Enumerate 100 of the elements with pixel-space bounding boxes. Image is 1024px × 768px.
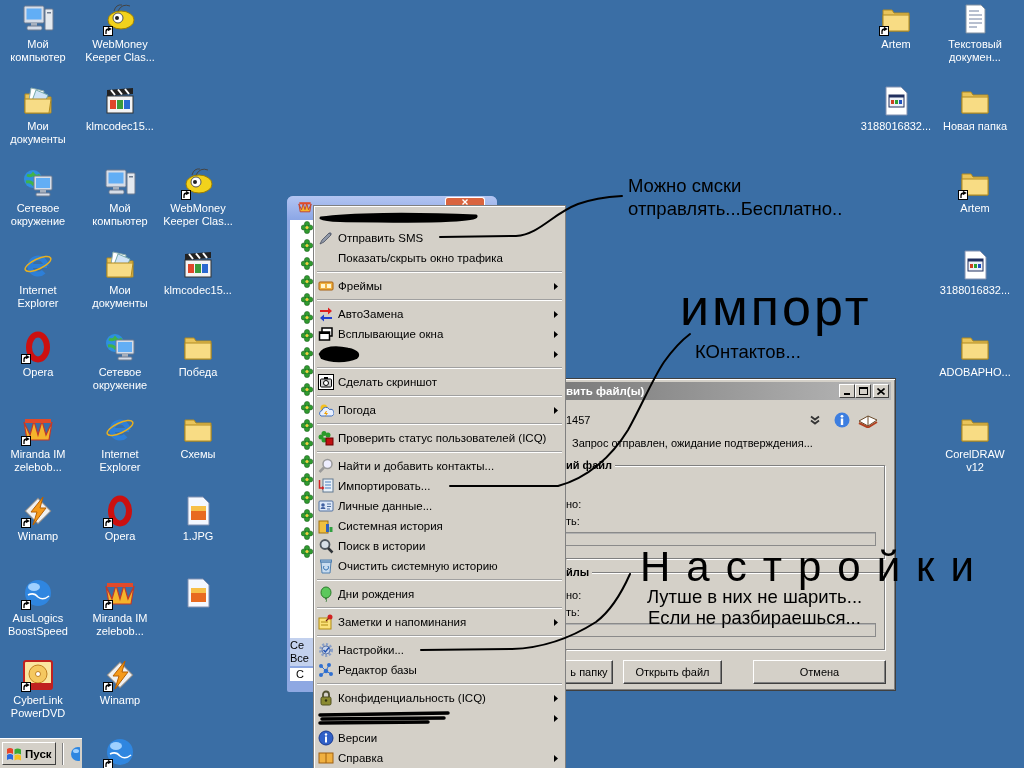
globe-icon[interactable]: [104, 736, 136, 768]
dialog-button[interactable]: ь папку: [566, 660, 613, 684]
menu-item[interactable]: Редактор базы: [314, 660, 565, 680]
frames-icon: [318, 278, 334, 294]
menu-item[interactable]: Импортировать...: [314, 476, 565, 496]
flower-icon: [301, 329, 313, 342]
flower-icon: [301, 311, 313, 324]
icon-label[interactable]: Схемы: [180, 448, 216, 461]
icon-label[interactable]: Internet Explorer: [83, 448, 157, 474]
clapperboard-icon[interactable]: [182, 249, 214, 281]
chevrons-icon[interactable]: [810, 415, 820, 425]
icon-label[interactable]: klmcodec15...: [86, 120, 154, 133]
icon-label[interactable]: Мои документы: [1, 120, 75, 146]
close-icon: [877, 387, 885, 395]
flower-icon: [301, 221, 313, 234]
icon-label[interactable]: Miranda IM zelebob...: [1, 448, 75, 474]
field-label: ть:: [566, 605, 580, 620]
menu-item[interactable]: Проверить статус пользователей (ICQ): [314, 428, 565, 448]
padlock-icon: [318, 690, 334, 706]
icon-label[interactable]: WebMoney Keeper Clas...: [83, 38, 157, 64]
history-folder-icon: [318, 518, 334, 534]
trash-icon: [318, 558, 334, 574]
menu-item[interactable]: Фреймы: [314, 276, 565, 296]
note-icon: [318, 614, 334, 630]
camera-icon: [318, 374, 334, 390]
annotation-text: Можно смски отправлять...Бесплатно..: [628, 174, 844, 220]
menu-item[interactable]: Справка: [314, 748, 565, 768]
annotation-text: КОнтактов...: [695, 341, 801, 363]
icon-label[interactable]: Мой компьютер: [1, 38, 75, 64]
menu-item[interactable]: Настройки...: [314, 640, 565, 660]
menu-item[interactable]: Заметки и напоминания: [314, 612, 565, 632]
clapperboard-icon[interactable]: [104, 85, 136, 117]
search-icon: [318, 458, 334, 474]
id-card-icon: [318, 498, 334, 514]
menu-item[interactable]: Показать/скрыть окно трафика: [314, 248, 565, 268]
menu-item[interactable]: Поиск в истории: [314, 536, 565, 556]
documents-folder-icon[interactable]: [22, 85, 54, 117]
icon-label[interactable]: Winamp: [99, 694, 141, 707]
dialog-button[interactable]: Отмена: [753, 660, 886, 684]
annotation-text: Если не разбираешься...: [648, 608, 861, 628]
field-label: но:: [566, 588, 582, 603]
icon-label[interactable]: WebMoney Keeper Clas...: [161, 202, 235, 228]
menu-item[interactable]: Очистить системную историю: [314, 556, 565, 576]
status-text: Се: [290, 639, 306, 652]
icon-label[interactable]: Winamp: [17, 530, 59, 543]
icon-label[interactable]: Opera: [22, 366, 54, 379]
icon-label[interactable]: Победа: [178, 366, 218, 379]
flower-icon: [301, 257, 313, 270]
icon-label[interactable]: Сетевое окружение: [83, 366, 157, 392]
network-computer-icon[interactable]: [104, 331, 136, 363]
flower-icon: [301, 347, 313, 360]
documents-folder-icon[interactable]: [104, 249, 136, 281]
maximize-button[interactable]: [855, 384, 871, 398]
dialog-button[interactable]: Открыть файл: [623, 660, 722, 684]
icon-label[interactable]: CorelDRAW v12: [938, 448, 1012, 474]
status-field[interactable]: С: [290, 668, 313, 681]
icon-label[interactable]: AusLogics BoostSpeed: [1, 612, 75, 638]
icon-label[interactable]: 3188016832...: [939, 284, 1011, 297]
close-button[interactable]: [873, 384, 889, 398]
icon-label[interactable]: Artem: [881, 38, 911, 51]
globe-icon[interactable]: [22, 577, 54, 609]
icon-label[interactable]: ADOBAPHO...: [939, 366, 1011, 379]
maximize-icon: [858, 387, 868, 395]
menu-item[interactable]: Отправить SMS: [314, 228, 565, 248]
menu-item[interactable]: Найти и добавить контакты...: [314, 456, 565, 476]
icon-label[interactable]: Miranda IM zelebob...: [83, 612, 157, 638]
flag-icon: [6, 746, 22, 761]
icon-label[interactable]: Текстовый докумен...: [938, 38, 1012, 64]
icon-label[interactable]: CyberLink PowerDVD: [1, 694, 75, 720]
icon-label[interactable]: Artem: [960, 202, 990, 215]
menu-item[interactable]: Версии: [314, 728, 565, 748]
crown-icon: [298, 200, 312, 214]
flower-icon: [301, 419, 313, 432]
flower-icon: [318, 430, 334, 446]
icon-label[interactable]: Internet Explorer: [1, 284, 75, 310]
icon-label[interactable]: Opera: [104, 530, 136, 543]
info-icon[interactable]: [834, 412, 850, 428]
menu-item[interactable]: Погода: [314, 400, 565, 420]
windows-icon: [318, 326, 334, 342]
flower-icon: [301, 527, 313, 540]
menu-item[interactable]: Конфиденциальность (ICQ): [314, 688, 565, 708]
icon-label[interactable]: Мои документы: [83, 284, 157, 310]
menu-item[interactable]: Сделать скриншот: [314, 372, 565, 392]
icon-label[interactable]: 3188016832...: [860, 120, 932, 133]
icon-label[interactable]: Сетевое окружение: [1, 202, 75, 228]
network-computer-icon[interactable]: [22, 167, 54, 199]
menu-item[interactable]: Всплывающие окна: [314, 324, 565, 344]
icon-label[interactable]: Мой компьютер: [83, 202, 157, 228]
flower-icon: [301, 383, 313, 396]
minimize-button[interactable]: [839, 384, 855, 398]
balloon-icon: [318, 586, 334, 602]
icon-label[interactable]: Новая папка: [942, 120, 1008, 133]
menu-item[interactable]: АвтоЗамена: [314, 304, 565, 324]
menu-item[interactable]: Системная история: [314, 516, 565, 536]
icon-label[interactable]: 1.JPG: [182, 530, 214, 543]
settings-icon: [318, 642, 334, 658]
menu-item[interactable]: Дни рождения: [314, 584, 565, 604]
start-button[interactable]: Пуск: [2, 742, 56, 765]
icon-label[interactable]: klmcodec15...: [164, 284, 232, 297]
menu-item[interactable]: Личные данные...: [314, 496, 565, 516]
